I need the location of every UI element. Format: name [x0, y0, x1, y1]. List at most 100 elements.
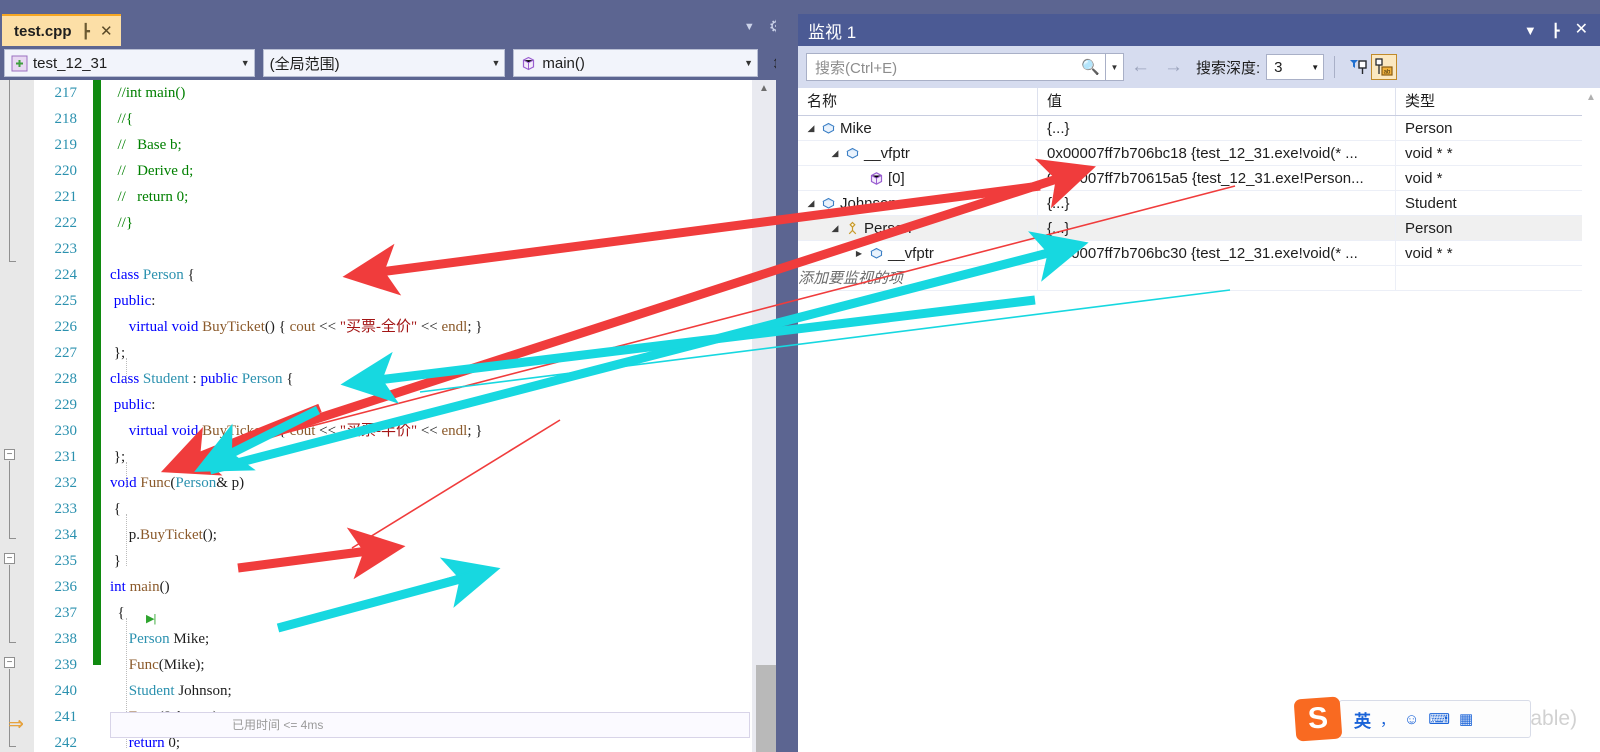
- cell-value[interactable]: {...}: [1038, 216, 1396, 240]
- code-line[interactable]: Func(Mike);: [110, 652, 750, 678]
- ime-mode-label[interactable]: 英: [1354, 707, 1371, 732]
- add-watch-value-cell[interactable]: [1038, 266, 1396, 290]
- cell-name[interactable]: ◢ Johnson: [798, 191, 1038, 215]
- arrow-left-icon[interactable]: ←: [1124, 56, 1157, 78]
- code-surface[interactable]: 217 218 219 220 221 222 223 224 225 226 227 228 229 2…: [0, 80, 790, 752]
- collapse-toggle-class-student[interactable]: −: [4, 553, 15, 564]
- code-line[interactable]: };: [110, 444, 750, 470]
- cell-name[interactable]: [0]: [798, 166, 1038, 190]
- code-line[interactable]: }: [110, 548, 750, 574]
- code-token: :: [151, 397, 156, 413]
- cell-value[interactable]: 0x00007ff7b706bc18 {test_12_31.exe!void(…: [1038, 141, 1396, 165]
- code-line[interactable]: int main(): [110, 574, 750, 600]
- chevron-down-icon[interactable]: ▼: [1524, 24, 1537, 37]
- code-token: Person: [241, 371, 283, 387]
- close-icon[interactable]: ✕: [1575, 22, 1588, 38]
- code-line[interactable]: virtual void BuyTicket() { cout << "买票-全…: [110, 314, 750, 340]
- table-row[interactable]: [0] 0x00007ff7b70615a5 {test_12_31.exe!Pe…: [798, 166, 1600, 191]
- pin-icon[interactable]: ┣: [1552, 24, 1560, 37]
- cell-value[interactable]: {...}: [1038, 116, 1396, 140]
- column-header-value[interactable]: 值: [1038, 88, 1396, 115]
- scope-selector[interactable]: (全局范围) ▼: [262, 49, 506, 77]
- watch-variables-grid[interactable]: 名称 值 类型 ◢ Mike {...} Person ◢ __vfptr 0x00007f…: [798, 88, 1600, 752]
- pin-icon[interactable]: ┣: [82, 24, 90, 38]
- chevron-right-icon[interactable]: ▶: [852, 241, 866, 265]
- cell-name[interactable]: ◢ __vfptr: [798, 141, 1038, 165]
- code-line[interactable]: Person Mike;: [110, 626, 750, 652]
- ime-emoji-icon[interactable]: ☺: [1404, 711, 1419, 728]
- code-line[interactable]: [110, 236, 750, 262]
- code-line[interactable]: virtual void BuyTicket() { cout << "买票-半…: [110, 418, 750, 444]
- add-watch-placeholder[interactable]: 添加要监视的项: [798, 266, 1038, 290]
- column-header-type[interactable]: 类型: [1396, 88, 1584, 115]
- cell-name[interactable]: ▶ __vfptr: [798, 241, 1038, 265]
- run-to-here-icon[interactable]: ▶|: [146, 612, 156, 626]
- code-line[interactable]: {: [110, 600, 750, 626]
- code-line[interactable]: class Person {: [110, 262, 750, 288]
- collapse-toggle-func[interactable]: −: [4, 657, 15, 668]
- search-options-dropdown[interactable]: ▼: [1106, 53, 1124, 81]
- search-icon[interactable]: 🔍: [1078, 58, 1103, 76]
- chevron-down-icon[interactable]: ◢: [828, 141, 842, 165]
- cell-name[interactable]: ◢ Person: [798, 216, 1038, 240]
- editor-vertical-scrollbar[interactable]: ▲: [752, 80, 776, 752]
- scrollbar-thumb[interactable]: [756, 665, 776, 752]
- search-depth-select[interactable]: 3 ▼: [1266, 54, 1325, 80]
- ime-keyboard-icon[interactable]: ⌨: [1428, 710, 1450, 728]
- chevron-down-icon[interactable]: ◢: [828, 216, 842, 240]
- close-icon[interactable]: ✕: [100, 24, 113, 39]
- scroll-up-arrow-icon[interactable]: ▲: [752, 80, 776, 98]
- watch-grid-scrollbar[interactable]: ▲: [1582, 88, 1600, 752]
- code-token: Func: [128, 657, 159, 673]
- code-line[interactable]: };: [110, 340, 750, 366]
- table-row[interactable]: ◢ Person {...} Person: [798, 216, 1600, 241]
- code-line[interactable]: p.BuyTicket();: [110, 522, 750, 548]
- code-line[interactable]: {: [110, 496, 750, 522]
- collapse-toggle-class-person[interactable]: −: [4, 449, 15, 460]
- project-selector[interactable]: test_12_31 ▼: [4, 49, 255, 77]
- code-line[interactable]: //{: [110, 106, 750, 132]
- ime-punctuation-icon[interactable]: ，: [1380, 709, 1395, 730]
- chevron-down-icon[interactable]: ◢: [804, 116, 818, 140]
- scroll-up-arrow-icon[interactable]: ▲: [1582, 88, 1600, 108]
- member-selector[interactable]: main() ▼: [513, 49, 759, 77]
- cell-name[interactable]: ◢ Mike: [798, 116, 1038, 140]
- column-header-name[interactable]: 名称: [798, 88, 1038, 115]
- search-input[interactable]: 搜索(Ctrl+E) 🔍: [806, 53, 1106, 81]
- code-token: {: [110, 501, 121, 517]
- hex-display-icon[interactable]: ab: [1371, 54, 1398, 80]
- ime-toolbar[interactable]: 英 ， ☺ ⌨ ▦: [1339, 700, 1531, 738]
- cell-value[interactable]: 0x00007ff7b70615a5 {test_12_31.exe!Perso…: [1038, 166, 1396, 190]
- add-watch-row[interactable]: 添加要监视的项: [798, 266, 1600, 291]
- code-line[interactable]: public:: [110, 288, 750, 314]
- tab-test-cpp[interactable]: test.cpp ┣ ✕: [2, 14, 121, 46]
- pane-divider[interactable]: [776, 0, 790, 752]
- line-number: 224: [54, 267, 78, 283]
- code-line[interactable]: // return 0;: [110, 184, 750, 210]
- code-line[interactable]: void Func(Person& p): [110, 470, 750, 496]
- code-line[interactable]: //}: [110, 210, 750, 236]
- code-text-area[interactable]: //int main() //{ // Base b; // Derive d;…: [110, 80, 750, 752]
- code-line[interactable]: // Base b;: [110, 132, 750, 158]
- code-line[interactable]: //int main(): [110, 80, 750, 106]
- table-row[interactable]: ◢ __vfptr 0x00007ff7b706bc18 {test_12_31.e…: [798, 141, 1600, 166]
- arrow-right-icon[interactable]: →: [1157, 56, 1190, 78]
- filter-pin-icon[interactable]: [1345, 54, 1371, 80]
- code-line[interactable]: // Derive d;: [110, 158, 750, 184]
- indicator-margin[interactable]: [0, 80, 34, 752]
- table-row[interactable]: ◢ Johnson {...} Student: [798, 191, 1600, 216]
- cell-value[interactable]: 0x00007ff7b706bc30 {test_12_31.exe!void(…: [1038, 241, 1396, 265]
- chevron-down-icon[interactable]: ▼: [744, 21, 755, 33]
- grid-body[interactable]: ◢ Mike {...} Person ◢ __vfptr 0x00007ff7b706bc…: [798, 116, 1600, 291]
- ime-toolbox-icon[interactable]: ▦: [1459, 710, 1473, 728]
- code-line[interactable]: class Student : public Person {: [110, 366, 750, 392]
- code-token: };: [110, 345, 126, 361]
- code-line[interactable]: public:: [110, 392, 750, 418]
- table-row[interactable]: ▶ __vfptr 0x00007ff7b706bc30 {test_12_31.e…: [798, 241, 1600, 266]
- sogou-ime-logo[interactable]: S: [1293, 696, 1343, 742]
- chevron-down-icon[interactable]: ◢: [804, 191, 818, 215]
- chevron-down-icon: ▼: [240, 58, 250, 68]
- code-line[interactable]: Student Johnson;: [110, 678, 750, 704]
- table-row[interactable]: ◢ Mike {...} Person: [798, 116, 1600, 141]
- cell-value[interactable]: {...}: [1038, 191, 1396, 215]
